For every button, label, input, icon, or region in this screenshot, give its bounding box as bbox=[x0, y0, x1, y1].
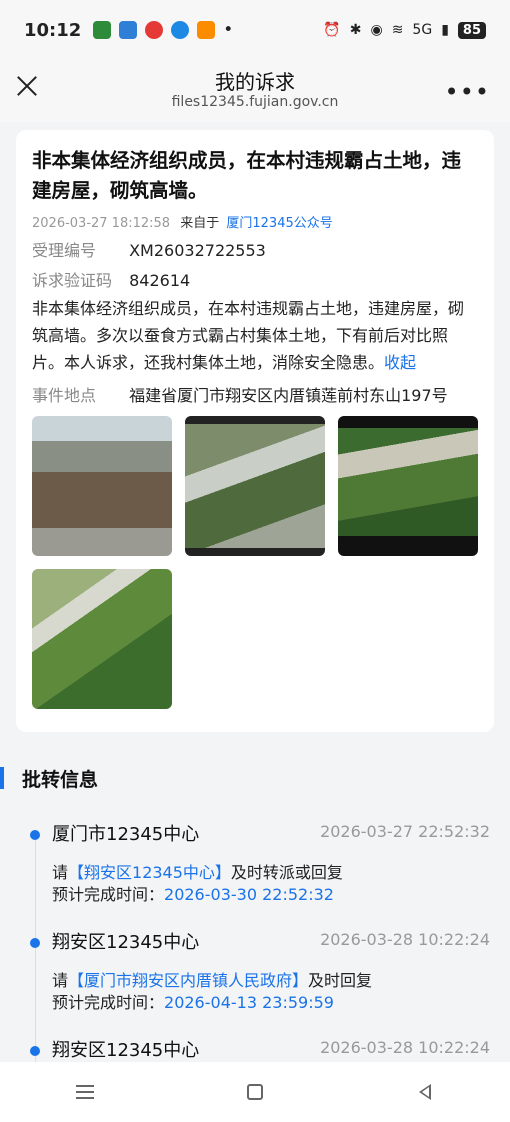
notification-icons: • bbox=[93, 20, 233, 40]
home-icon bbox=[247, 1084, 263, 1100]
location-label: 事件地点 bbox=[32, 386, 97, 405]
transfer-section: 批转信息 厦门市12345中心 2026-03-27 22:52:32 请【翔安… bbox=[0, 740, 510, 1065]
collapse-link[interactable]: 收起 bbox=[384, 353, 416, 372]
deadline-label: 预计完成时间： bbox=[52, 885, 165, 904]
photo-thumbnail[interactable] bbox=[32, 416, 172, 556]
timeline-note: 请【厦门市翔安区内厝镇人民政府】及时回复 预计完成时间：2026-04-13 2… bbox=[52, 970, 372, 1014]
note-prefix: 请 bbox=[52, 971, 69, 990]
timeline-dot-icon bbox=[30, 1046, 40, 1056]
complaint-title: 非本集体经济组织成员，在本村违规霸占土地，违建房屋，砌筑高墙。 bbox=[32, 149, 462, 202]
signal-bars-icon: ▮ bbox=[441, 22, 449, 38]
wifi-icon: ≋ bbox=[391, 22, 404, 38]
section-accent-bar bbox=[0, 767, 4, 789]
case-number-row: 受理编号 XM26032722553 bbox=[32, 237, 478, 261]
verify-code-row: 诉求验证码 842614 bbox=[32, 267, 478, 291]
page-url: files12345.fujian.gov.cn bbox=[171, 94, 339, 110]
app-icon bbox=[171, 21, 190, 39]
location-value: 福建省厦门市翔安区内厝镇莲前村东山197号 bbox=[129, 386, 448, 405]
note-org-link[interactable]: 【厦门市翔安区内厝镇人民政府】 bbox=[68, 971, 308, 990]
note-suffix: 及时回复 bbox=[308, 971, 373, 990]
photo-thumbnail[interactable] bbox=[185, 416, 325, 556]
timeline-dot-icon bbox=[30, 830, 40, 840]
timeline-org: 翔安区12345中心 bbox=[52, 1040, 200, 1061]
source-prefix: 来自于 bbox=[180, 216, 220, 231]
timeline-time: 2026-03-27 22:52:32 bbox=[320, 822, 490, 841]
battery-indicator: 85 bbox=[457, 21, 486, 39]
signal-icon: 5G bbox=[412, 22, 433, 38]
source-link[interactable]: 厦门12345公众号 bbox=[226, 216, 332, 231]
photo-thumbnail[interactable] bbox=[338, 416, 478, 556]
section-title: 批转信息 bbox=[22, 768, 99, 791]
case-number-value: XM26032722553 bbox=[129, 241, 266, 260]
timeline-note: 请【翔安区12345中心】及时转派或回复 预计完成时间：2026-03-30 2… bbox=[52, 862, 343, 906]
back-icon bbox=[419, 1084, 431, 1100]
timeline-time: 2026-03-28 10:22:24 bbox=[320, 930, 490, 949]
back-button[interactable] bbox=[405, 1072, 445, 1112]
alarm-icon: ⏰ bbox=[323, 22, 341, 38]
more-dot-icon: • bbox=[223, 20, 234, 40]
location-row: 事件地点 福建省厦门市翔安区内厝镇莲前村东山197号 bbox=[32, 382, 478, 406]
bluetooth-icon: ✱ bbox=[349, 22, 362, 38]
note-prefix: 请 bbox=[52, 863, 69, 882]
complaint-body: 非本集体经济组织成员，在本村违规霸占土地，违建房屋，砌筑高墙。多次以蚕食方式霸占… bbox=[32, 295, 478, 376]
photo-gallery bbox=[32, 416, 478, 709]
status-time: 10:12 bbox=[24, 19, 82, 41]
home-button[interactable] bbox=[235, 1072, 275, 1112]
location-icon: ◉ bbox=[370, 22, 383, 38]
app-icon bbox=[93, 21, 112, 39]
complaint-card: 非本集体经济组织成员，在本村违规霸占土地，违建房屋，砌筑高墙。 2026-03-… bbox=[16, 130, 494, 732]
section-header: 批转信息 bbox=[0, 766, 99, 791]
timeline-time: 2026-03-28 10:22:24 bbox=[320, 1038, 490, 1057]
recent-apps-button[interactable] bbox=[65, 1072, 105, 1112]
photo-thumbnail[interactable] bbox=[32, 569, 172, 709]
nav-bar: 我的诉求 files12345.fujian.gov.cn ••• bbox=[0, 60, 510, 122]
app-icon bbox=[197, 21, 216, 39]
timeline-org: 厦门市12345中心 bbox=[52, 824, 200, 845]
map-pin-icon bbox=[145, 21, 164, 39]
timeline-org: 翔安区12345中心 bbox=[52, 932, 200, 953]
note-suffix: 及时转派或回复 bbox=[230, 863, 343, 882]
deadline-value: 2026-04-13 23:59:59 bbox=[164, 993, 334, 1012]
menu-icon bbox=[76, 1085, 94, 1099]
note-org-link[interactable]: 【翔安区12345中心】 bbox=[68, 863, 231, 882]
page-title: 我的诉求 bbox=[215, 70, 295, 94]
deadline-value: 2026-03-30 22:52:32 bbox=[164, 885, 334, 904]
status-bar: 10:12 • ⏰ ✱ ◉ ≋ 5G ▮ 85 bbox=[0, 0, 510, 60]
app-icon bbox=[119, 21, 138, 39]
system-nav-bar bbox=[0, 1062, 510, 1122]
timeline-dot-icon bbox=[30, 938, 40, 948]
verify-code-value: 842614 bbox=[129, 271, 191, 290]
more-menu-icon[interactable]: ••• bbox=[445, 78, 490, 106]
complaint-datetime: 2026-03-27 18:12:58 bbox=[32, 216, 171, 231]
deadline-label: 预计完成时间： bbox=[52, 993, 165, 1012]
case-number-label: 受理编号 bbox=[32, 241, 97, 260]
complaint-meta: 2026-03-27 18:12:58 来自于 厦门12345公众号 bbox=[32, 212, 478, 231]
timeline-line bbox=[35, 835, 36, 1065]
verify-code-label: 诉求验证码 bbox=[32, 271, 113, 290]
system-icons: ⏰ ✱ ◉ ≋ 5G ▮ 85 bbox=[323, 21, 486, 39]
